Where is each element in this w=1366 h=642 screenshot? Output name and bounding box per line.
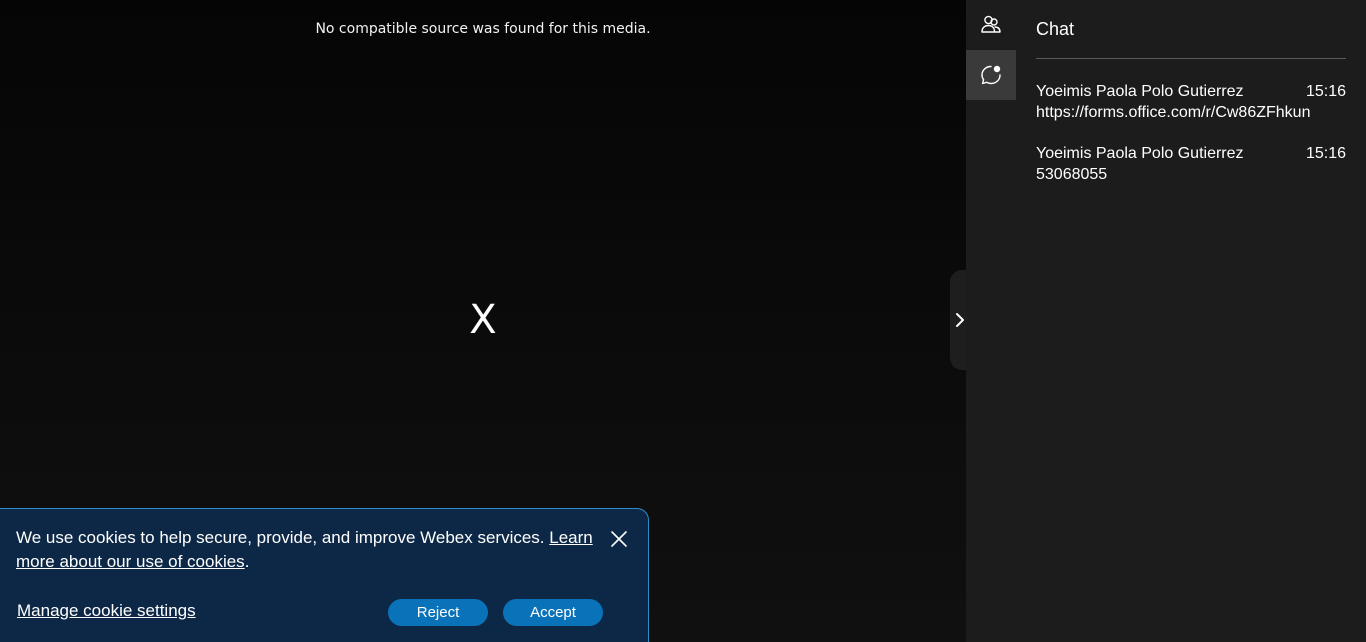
chat-title: Chat — [1036, 19, 1075, 39]
divider — [1036, 58, 1346, 59]
chat-message: Yoeimis Paola Polo Gutierrez 15:16 https… — [1036, 81, 1346, 123]
chevron-right-icon — [956, 313, 964, 327]
cookie-message-text: We use cookies to help secure, provide, … — [16, 528, 550, 547]
webex-meeting-window: No compatible source was found for this … — [0, 0, 1366, 642]
cookie-message: We use cookies to help secure, provide, … — [16, 526, 596, 574]
accept-button[interactable]: Accept — [503, 599, 603, 626]
close-icon[interactable] — [608, 528, 630, 550]
media-error-message: No compatible source was found for this … — [315, 21, 651, 37]
chat-tab[interactable] — [966, 50, 1016, 100]
media-close-x[interactable]: X — [459, 296, 507, 344]
chat-icon — [981, 65, 1001, 85]
participants-tab[interactable] — [966, 0, 1016, 50]
side-panel: Chat Yoeimis Paola Polo Gutierrez 15:16 … — [966, 0, 1366, 642]
chat-message-header: Yoeimis Paola Polo Gutierrez 15:16 — [1036, 143, 1346, 164]
reject-button[interactable]: Reject — [388, 599, 488, 626]
chat-timestamp: 15:16 — [1305, 83, 1346, 100]
chat-sender: Yoeimis Paola Polo Gutierrez — [1036, 83, 1244, 100]
chat-message-text: 53068055 — [1036, 166, 1108, 183]
participants-icon — [981, 15, 1001, 33]
video-area: No compatible source was found for this … — [0, 0, 966, 642]
chat-message-header: Yoeimis Paola Polo Gutierrez 15:16 — [1036, 81, 1346, 102]
chat-sender: Yoeimis Paola Polo Gutierrez — [1036, 145, 1244, 162]
chat-message: Yoeimis Paola Polo Gutierrez 15:16 53068… — [1036, 143, 1346, 185]
icon-rail — [966, 0, 1016, 642]
cookie-message-period: . — [244, 552, 250, 571]
manage-cookie-settings-link[interactable]: Manage cookie settings — [17, 601, 196, 621]
chat-pane: Chat Yoeimis Paola Polo Gutierrez 15:16 … — [1036, 0, 1346, 642]
chat-timestamp: 15:16 — [1305, 145, 1346, 162]
cookie-banner: We use cookies to help secure, provide, … — [0, 508, 649, 642]
chat-message-text[interactable]: https://forms.office.com/r/Cw86ZFhkun — [1036, 102, 1346, 123]
collapse-panel-button[interactable] — [950, 270, 966, 370]
